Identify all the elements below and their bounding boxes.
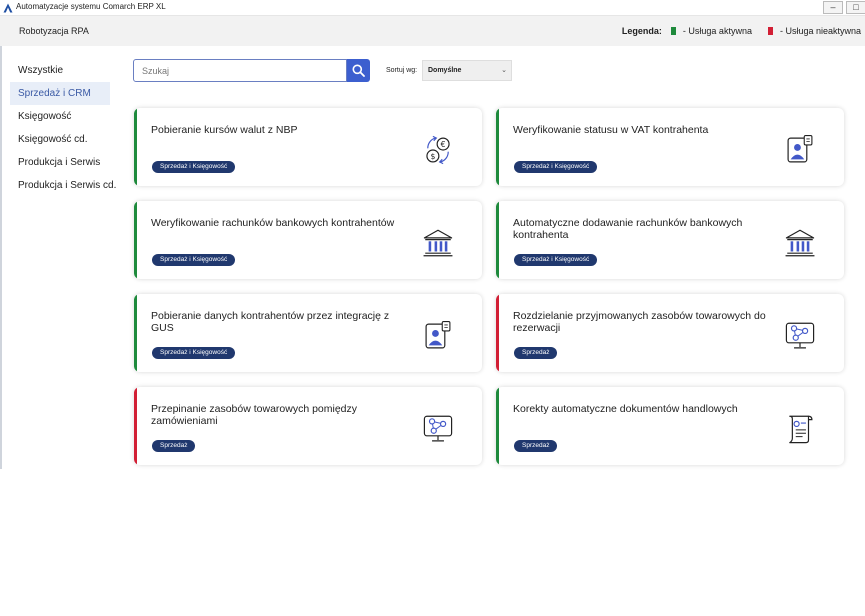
title-bar: Automatyzacje systemu Comarch ERP XL – □ <box>0 0 865 16</box>
search-button[interactable] <box>347 59 370 82</box>
legend-inactive-swatch <box>767 27 773 35</box>
sort-select[interactable]: Domyślne ⌄ <box>422 60 512 81</box>
legend-inactive-label: - Usługa nieaktywna <box>779 26 861 36</box>
bank-icon <box>785 229 815 257</box>
category-tag: Sprzedaż i Księgowość <box>514 254 598 266</box>
network-monitor-icon <box>423 415 453 442</box>
service-card-przepinanie-zasobow[interactable]: Przepinanie zasobów towarowych pomiędzy … <box>134 387 482 465</box>
sidebar-item-ksiegowosc[interactable]: Księgowość <box>10 105 110 128</box>
card-title: Pobieranie kursów walut z NBP <box>151 124 298 136</box>
service-card-status-vat[interactable]: Weryfikowanie statusu w VAT kontrahenta … <box>496 108 844 186</box>
sidebar-item-sprzedaz-crm[interactable]: Sprzedaż i CRM <box>10 82 110 105</box>
app-header: Robotyzacja RPA Legenda: - Usługa aktywn… <box>0 16 865 46</box>
category-tag: Sprzedaż <box>152 440 196 452</box>
document-scroll-icon <box>789 415 813 444</box>
app-logo-icon <box>3 3 13 13</box>
currency-exchange-icon: € $ <box>426 135 450 165</box>
sidebar-item-produkcja-serwis[interactable]: Produkcja i Serwis <box>10 151 110 174</box>
category-sidebar: Wszystkie Sprzedaż i CRM Księgowość Księ… <box>10 59 116 197</box>
status-bar <box>134 201 137 279</box>
category-tag: Sprzedaż i Księgowość <box>152 254 236 266</box>
legend-title: Legenda: <box>621 26 662 36</box>
search-icon <box>352 64 365 77</box>
sort-value: Domyślne <box>428 67 462 74</box>
person-document-icon <box>787 134 813 163</box>
sort-label: Sortuj wg: <box>386 67 418 74</box>
sidebar-item-produkcja-serwis-cd[interactable]: Produkcja i Serwis cd. <box>10 174 116 197</box>
category-tag: Sprzedaż i Księgowość <box>514 161 598 173</box>
sidebar-item-wszystkie[interactable]: Wszystkie <box>10 59 110 82</box>
search-box <box>133 59 370 82</box>
service-card-korekty-dokumentow[interactable]: Korekty automatyczne dokumentów handlowy… <box>496 387 844 465</box>
status-bar <box>496 387 499 465</box>
legend: Legenda: - Usługa aktywna - Usługa nieak… <box>622 26 861 36</box>
sidebar-item-ksiegowosc-cd[interactable]: Księgowość cd. <box>10 128 110 151</box>
category-tag: Sprzedaż i Księgowość <box>152 161 236 173</box>
service-card-kursy-walut[interactable]: Pobieranie kursów walut z NBP Sprzedaż i… <box>134 108 482 186</box>
category-tag: Sprzedaż <box>514 440 558 452</box>
minimize-button[interactable]: – <box>823 1 843 14</box>
svg-text:€: € <box>441 140 446 149</box>
search-input[interactable] <box>133 59 347 82</box>
service-card-gus[interactable]: Pobieranie danych kontrahentów przez int… <box>134 294 482 372</box>
empty-background <box>0 469 865 616</box>
card-title: Pobieranie danych kontrahentów przez int… <box>151 310 390 334</box>
card-title: Automatyczne dodawanie rachunków bankowy… <box>513 217 743 241</box>
card-title: Weryfikowanie rachunków bankowych kontra… <box>151 217 395 229</box>
card-title: Korekty automatyczne dokumentów handlowy… <box>513 403 738 415</box>
legend-active-swatch <box>670 27 676 35</box>
status-bar <box>134 294 137 372</box>
window-title: Automatyzacje systemu Comarch ERP XL <box>16 2 166 11</box>
status-bar <box>496 108 499 186</box>
app-name: Robotyzacja RPA <box>19 26 89 36</box>
person-document-icon <box>425 320 451 349</box>
status-bar <box>134 108 137 186</box>
network-monitor-icon <box>785 322 815 349</box>
chevron-down-icon: ⌄ <box>501 67 507 74</box>
service-card-rachunki-dodawanie[interactable]: Automatyczne dodawanie rachunków bankowy… <box>496 201 844 279</box>
category-tag: Sprzedaż <box>514 347 558 359</box>
window-edge <box>0 46 2 469</box>
status-bar <box>496 201 499 279</box>
card-title: Weryfikowanie statusu w VAT kontrahenta <box>513 124 709 136</box>
status-bar <box>134 387 137 465</box>
service-card-rozdzielanie-zasobow[interactable]: Rozdzielanie przyjmowanych zasobów towar… <box>496 294 844 372</box>
legend-active-label: - Usługa aktywna <box>682 26 752 36</box>
maximize-button[interactable]: □ <box>846 1 865 14</box>
category-tag: Sprzedaż i Księgowość <box>152 347 236 359</box>
card-title: Rozdzielanie przyjmowanych zasobów towar… <box>513 310 766 334</box>
service-card-rachunki-weryfikacja[interactable]: Weryfikowanie rachunków bankowych kontra… <box>134 201 482 279</box>
card-title: Przepinanie zasobów towarowych pomiędzy … <box>151 403 358 427</box>
bank-icon <box>423 229 453 257</box>
svg-text:$: $ <box>430 152 435 161</box>
status-bar <box>496 294 499 372</box>
